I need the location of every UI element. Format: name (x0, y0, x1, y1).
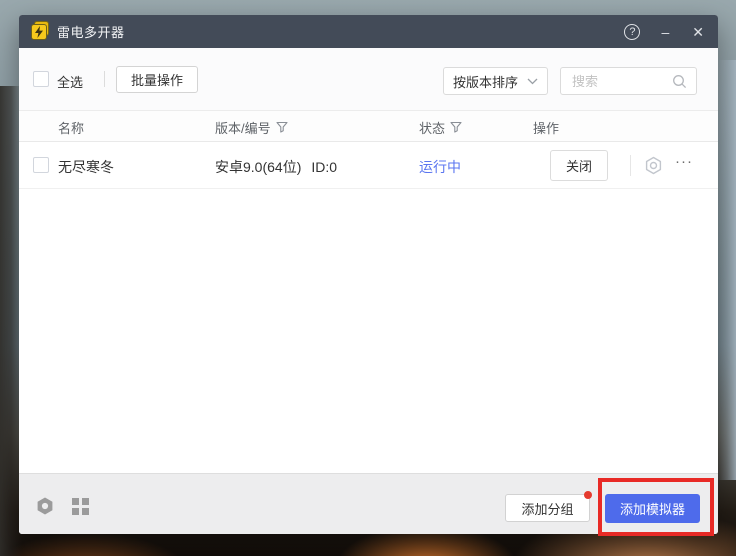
lightning-bolt-icon (31, 24, 47, 40)
filter-funnel-icon[interactable] (450, 121, 462, 133)
toolbar-divider (104, 71, 105, 87)
window-title: 雷电多开器 (57, 22, 125, 41)
add-emulator-button[interactable]: 添加模拟器 (605, 494, 700, 523)
global-settings-icon[interactable] (36, 497, 54, 515)
emulator-name: 无尽寒冬 (58, 157, 114, 177)
instance-settings-icon[interactable] (644, 156, 663, 175)
status-badge: 运行中 (419, 157, 461, 177)
close-icon[interactable]: ✕ (690, 25, 706, 39)
layout-grid-icon[interactable] (72, 498, 89, 515)
column-header-name: 名称 (58, 111, 84, 143)
row-action-divider (630, 155, 631, 176)
notification-dot (584, 491, 592, 499)
window-controls: ? – ✕ (624, 24, 706, 40)
title-bar: 雷电多开器 ? – ✕ (19, 15, 718, 48)
sort-dropdown-value: 按版本排序 (453, 72, 518, 91)
chevron-down-icon (527, 78, 538, 85)
search-box (560, 67, 697, 95)
column-header-version: 版本/编号 (215, 111, 288, 143)
emulator-id: ID:0 (311, 159, 337, 175)
select-all-label: 全选 (57, 72, 83, 91)
add-group-button[interactable]: 添加分组 (505, 494, 590, 522)
app-logo-icon (31, 23, 49, 41)
search-input[interactable] (570, 73, 672, 90)
emulator-row: 无尽寒冬 安卓9.0(64位)ID:0 运行中 关闭 ··· (19, 142, 718, 189)
help-icon[interactable]: ? (624, 24, 640, 40)
row-checkbox[interactable] (33, 157, 49, 173)
ldplayer-multi-instance-window: 雷电多开器 ? – ✕ 全选 批量操作 按版本排序 名称 (19, 15, 718, 534)
batch-operations-button[interactable]: 批量操作 (116, 66, 198, 93)
close-emulator-button[interactable]: 关闭 (550, 150, 608, 181)
select-all-checkbox[interactable] (33, 71, 49, 87)
search-icon (672, 74, 687, 89)
sort-dropdown[interactable]: 按版本排序 (443, 67, 548, 95)
footer-bar: 添加分组 添加模拟器 (19, 473, 718, 534)
emulator-version: 安卓9.0(64位)ID:0 (215, 157, 337, 177)
column-header-status: 状态 (419, 111, 462, 143)
minimize-icon[interactable]: – (659, 25, 671, 39)
more-options-icon[interactable]: ··· (675, 153, 693, 170)
column-header-action: 操作 (533, 111, 559, 143)
table-header: 名称 版本/编号 状态 操作 (19, 110, 718, 142)
filter-funnel-icon[interactable] (276, 121, 288, 133)
toolbar: 全选 批量操作 按版本排序 (19, 48, 718, 110)
